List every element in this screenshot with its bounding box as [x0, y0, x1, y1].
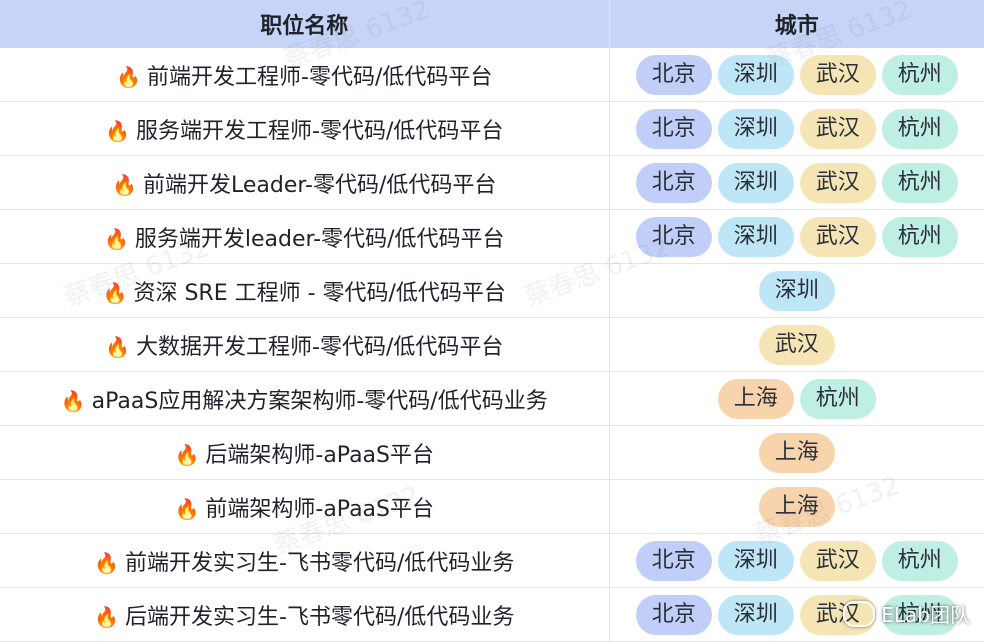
city-cell: 北京 深圳 武汉 杭州 [609, 533, 984, 588]
city-tag: 杭州 [881, 216, 958, 257]
city-tag: 杭州 [881, 162, 958, 203]
position-title: 后端开发实习生-飞书零代码/低代码业务 [125, 604, 515, 630]
fire-icon: 🔥 [174, 496, 200, 521]
header-city: 城市 [609, 0, 984, 48]
table-row: 🔥 大数据开发工程师-零代码/低代码平台 武汉 [0, 317, 984, 372]
fire-icon: 🔥 [102, 280, 128, 305]
city-tag: 深圳 [717, 216, 794, 257]
position-title: 服务端开发leader-零代码/低代码平台 [134, 226, 505, 252]
city-tag: 深圳 [717, 594, 794, 635]
fire-icon: 🔥 [60, 388, 86, 413]
city-tag: 深圳 [717, 108, 794, 149]
table-row: 🔥 服务端开发leader-零代码/低代码平台 北京 深圳 武汉 杭州 [0, 209, 984, 264]
position-title: aPaaS应用解决方案架构师-零代码/低代码业务 [91, 388, 548, 414]
position-title: 资深 SRE 工程师 - 零代码/低代码平台 [133, 280, 506, 306]
table-header-row: 职位名称 城市 [0, 0, 984, 48]
city-tag: 上海 [717, 378, 794, 419]
wechat-icon [843, 600, 876, 627]
city-tag: 北京 [635, 108, 712, 149]
position-cell: 🔥 前端开发工程师-零代码/低代码平台 [0, 48, 610, 102]
city-tag: 深圳 [717, 162, 794, 203]
position-cell: 🔥 后端架构师-aPaaS平台 [0, 425, 610, 480]
table-row: 🔥 后端开发实习生-飞书零代码/低代码业务 北京 深圳 武汉 杭州 [0, 587, 984, 642]
fire-icon: 🔥 [103, 226, 129, 251]
fire-icon: 🔥 [174, 442, 200, 467]
city-cell: 上海 [609, 425, 984, 480]
fire-icon: 🔥 [105, 334, 131, 359]
job-table: 职位名称 城市 🔥 前端开发工程师-零代码/低代码平台 北京 深圳 武汉 杭州 🔥 服务端开发… [0, 0, 984, 642]
city-cell: 上海 杭州 [609, 371, 984, 426]
city-tag: 北京 [635, 216, 712, 257]
city-cell: 深圳 [609, 263, 984, 318]
city-tag: 北京 [635, 162, 712, 203]
table-row: 🔥 aPaaS应用解决方案架构师-零代码/低代码业务 上海 杭州 [0, 371, 984, 426]
fire-icon: 🔥 [94, 604, 120, 629]
position-title: 前端架构师-aPaaS平台 [205, 496, 435, 522]
city-tag: 杭州 [799, 378, 876, 419]
table-body: 🔥 前端开发工程师-零代码/低代码平台 北京 深圳 武汉 杭州 🔥 服务端开发工程师-零代码/… [0, 48, 984, 642]
position-cell: 🔥 前端开发Leader-零代码/低代码平台 [0, 155, 610, 210]
position-title: 前端开发实习生-飞书零代码/低代码业务 [125, 550, 515, 576]
position-cell: 🔥 aPaaS应用解决方案架构师-零代码/低代码业务 [0, 371, 610, 426]
position-cell: 🔥 后端开发实习生-飞书零代码/低代码业务 [0, 587, 610, 642]
table-row: 🔥 前端开发工程师-零代码/低代码平台 北京 深圳 武汉 杭州 [0, 48, 984, 102]
position-cell: 🔥 大数据开发工程师-零代码/低代码平台 [0, 317, 610, 372]
brand-label: ELab团队 [881, 603, 970, 627]
city-tag: 武汉 [758, 324, 835, 365]
city-tag: 武汉 [799, 162, 876, 203]
table-row: 🔥 后端架构师-aPaaS平台 上海 [0, 425, 984, 480]
city-tag: 杭州 [881, 54, 958, 95]
city-cell: 北京 深圳 武汉 杭州 [609, 101, 984, 156]
city-tag: 武汉 [799, 54, 876, 95]
city-tag: 武汉 [799, 540, 876, 581]
city-cell: 北京 深圳 武汉 杭州 [609, 209, 984, 264]
position-title: 大数据开发工程师-零代码/低代码平台 [136, 334, 504, 360]
city-cell: 北京 深圳 武汉 杭州 [609, 155, 984, 210]
city-tag: 北京 [635, 540, 712, 581]
position-cell: 🔥 前端开发实习生-飞书零代码/低代码业务 [0, 533, 610, 588]
city-tag: 深圳 [758, 270, 835, 311]
city-cell: 上海 [609, 479, 984, 534]
table-row: 🔥 服务端开发工程师-零代码/低代码平台 北京 深圳 武汉 杭州 [0, 101, 984, 156]
position-cell: 🔥 前端架构师-aPaaS平台 [0, 479, 610, 534]
fire-icon: 🔥 [116, 64, 142, 89]
city-tag: 北京 [635, 594, 712, 635]
city-tag: 上海 [758, 432, 835, 473]
position-cell: 🔥 服务端开发工程师-零代码/低代码平台 [0, 101, 610, 156]
table-row: 🔥 前端架构师-aPaaS平台 上海 [0, 479, 984, 534]
position-title: 服务端开发工程师-零代码/低代码平台 [136, 118, 504, 144]
city-tag: 武汉 [799, 108, 876, 149]
table-row: 🔥 前端开发Leader-零代码/低代码平台 北京 深圳 武汉 杭州 [0, 155, 984, 210]
table-row: 🔥 前端开发实习生-飞书零代码/低代码业务 北京 深圳 武汉 杭州 [0, 533, 984, 588]
city-tag: 杭州 [881, 108, 958, 149]
fire-icon: 🔥 [105, 118, 131, 143]
position-cell: 🔥 资深 SRE 工程师 - 零代码/低代码平台 [0, 263, 610, 318]
city-tag: 上海 [758, 486, 835, 527]
table-row: 🔥 资深 SRE 工程师 - 零代码/低代码平台 深圳 [0, 263, 984, 318]
city-cell: 北京 深圳 武汉 杭州 [609, 48, 984, 102]
position-cell: 🔥 服务端开发leader-零代码/低代码平台 [0, 209, 610, 264]
city-tag: 北京 [635, 54, 712, 95]
position-title: 后端架构师-aPaaS平台 [205, 442, 435, 468]
city-tag: 武汉 [799, 216, 876, 257]
city-tag: 深圳 [717, 540, 794, 581]
city-tag: 深圳 [717, 54, 794, 95]
brand-badge: ELab团队 [843, 599, 970, 628]
city-cell: 武汉 [609, 317, 984, 372]
position-title: 前端开发工程师-零代码/低代码平台 [147, 64, 493, 90]
position-title: 前端开发Leader-零代码/低代码平台 [143, 172, 497, 198]
fire-icon: 🔥 [94, 550, 120, 575]
fire-icon: 🔥 [112, 172, 137, 197]
city-tag: 杭州 [881, 540, 958, 581]
header-position: 职位名称 [0, 0, 610, 48]
